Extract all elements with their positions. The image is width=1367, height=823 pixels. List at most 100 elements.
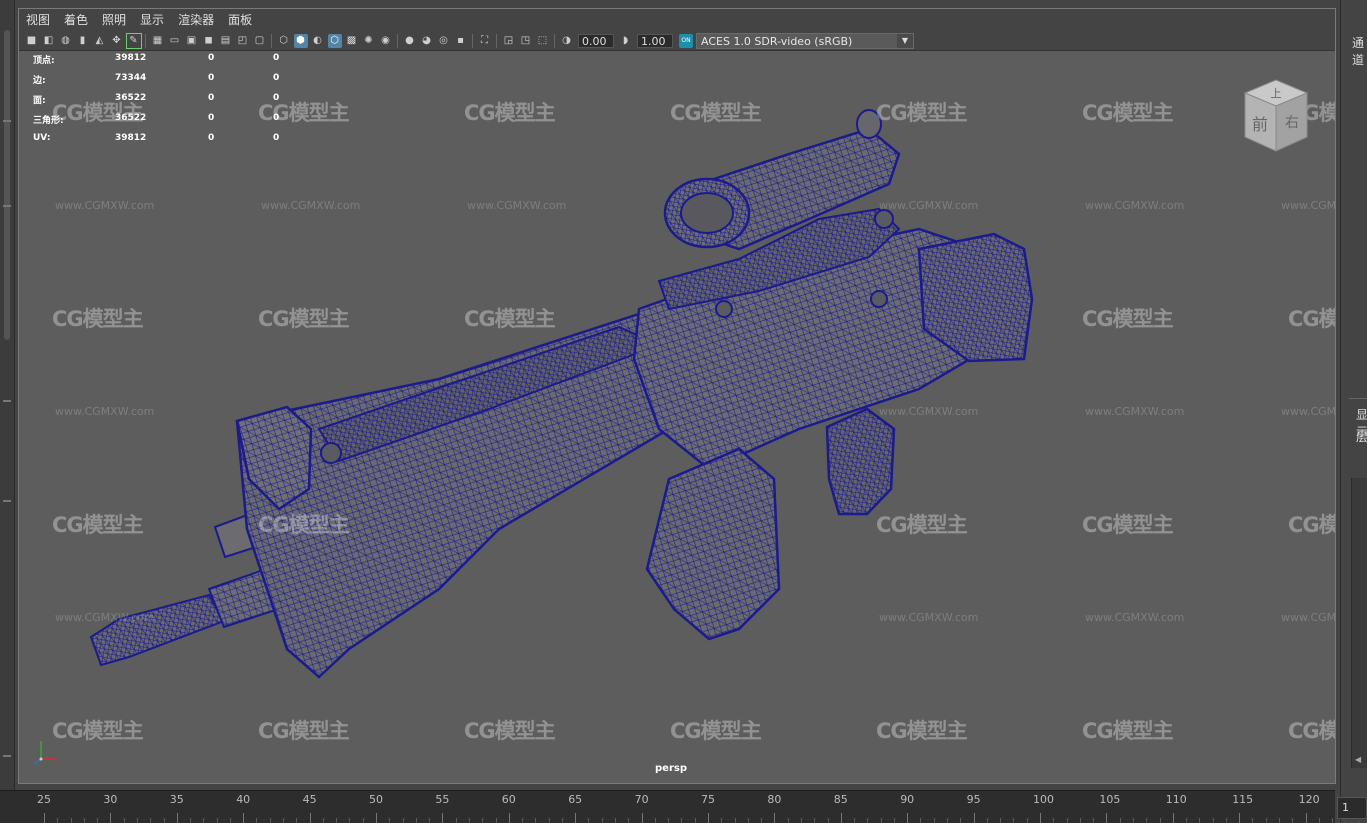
xray-active-icon[interactable]: ◳ xyxy=(519,34,533,48)
time-slider-label: 55 xyxy=(435,793,450,806)
time-slider-label: 50 xyxy=(369,793,383,806)
film-gate-icon[interactable]: ▭ xyxy=(168,34,182,48)
strip-tick xyxy=(3,120,11,122)
time-slider-tick xyxy=(535,818,537,823)
bookmark-icon[interactable]: ▮ xyxy=(76,34,90,48)
menu-lighting[interactable]: 照明 xyxy=(95,9,133,31)
time-slider-tick xyxy=(336,818,338,823)
hud-value: 39812 xyxy=(115,133,147,143)
time-slider-tick xyxy=(1013,818,1015,823)
time-slider-label: 110 xyxy=(1165,793,1187,806)
time-slider-tick xyxy=(57,818,59,823)
watermark-logo: CG模型主 xyxy=(1082,719,1174,743)
toolbar-separator xyxy=(554,33,555,48)
anti-aliasing-icon[interactable]: ◎ xyxy=(437,34,451,48)
view-transform-value: ACES 1.0 SDR-video (sRGB) xyxy=(701,34,853,48)
watermark-logo: CG模型主 xyxy=(1082,101,1174,125)
current-frame-field[interactable]: 1 xyxy=(1337,797,1367,819)
watermark-url: www.CGMXW.com xyxy=(879,611,979,624)
toolbar-separator xyxy=(145,33,146,48)
panel-toolbar: ■ ◧ ◍ ▮ ◭ ✥ ✎ ▦ ▭ ▣ ◼ ▤ ◰ ▢ ⬡ ⬢ ◐ ⬡ ▩ ✺ … xyxy=(19,31,1335,51)
channel-box-tab[interactable]: 通道 xyxy=(1352,34,1367,68)
camera-attributes-icon[interactable]: ◍ xyxy=(59,34,73,48)
time-slider-tick xyxy=(256,818,258,823)
watermark-url: www.CGMXW.com xyxy=(55,405,155,418)
channel-box-panel: 通道 显示 层 ◀ xyxy=(1340,0,1367,822)
menu-panels[interactable]: 面板 xyxy=(221,9,259,31)
menu-view[interactable]: 视图 xyxy=(19,9,57,31)
camera-lock-icon[interactable]: ◧ xyxy=(42,34,56,48)
gamma-field[interactable]: 1.00 xyxy=(637,33,673,48)
time-slider-tick xyxy=(216,818,218,823)
watermark-logo: CG模型主 xyxy=(1082,513,1174,537)
safe-title-icon[interactable]: ▢ xyxy=(253,34,267,48)
layer-scrollbar[interactable]: ◀ xyxy=(1351,478,1367,768)
toolbar-separator xyxy=(472,33,473,48)
2d-pan-zoom-icon[interactable]: ✥ xyxy=(110,34,124,48)
time-slider-tick xyxy=(615,818,617,823)
screen-space-ao-icon[interactable]: ● xyxy=(403,34,417,48)
menu-shading[interactable]: 着色 xyxy=(57,9,95,31)
depth-of-field-icon[interactable]: ▪ xyxy=(454,34,468,48)
time-slider-label: 25 xyxy=(37,793,51,806)
layer-tab[interactable]: 层 xyxy=(1356,428,1367,445)
time-slider-tick xyxy=(269,818,271,823)
smooth-shade-icon[interactable]: ⬢ xyxy=(293,33,308,48)
wireframe-on-shaded-icon[interactable]: ⬡ xyxy=(327,33,342,48)
time-slider-label: 70 xyxy=(634,793,649,806)
hud-value: 0 xyxy=(208,133,215,143)
left-scroll-strip[interactable] xyxy=(0,0,15,790)
use-all-lights-icon[interactable]: ✺ xyxy=(362,34,376,48)
time-slider-tick xyxy=(203,818,205,823)
viewport-panel[interactable]: CG模型主 CG模型主 CG模型主 CG模型主 CG模型主 CG模型主 CG模型… xyxy=(18,8,1336,784)
camera-select-icon[interactable]: ■ xyxy=(25,34,39,48)
time-slider-tick xyxy=(827,818,829,823)
viewcube-top-label[interactable]: 上 xyxy=(1271,87,1282,100)
exposure-icon[interactable]: ◑ xyxy=(560,34,574,48)
scroll-left-arrow-icon[interactable]: ◀ xyxy=(1355,755,1361,764)
axis-gizmo xyxy=(33,741,57,765)
field-chart-icon[interactable]: ▤ xyxy=(219,34,233,48)
grease-pencil-icon[interactable]: ✎ xyxy=(125,32,142,49)
safe-action-icon[interactable]: ◰ xyxy=(236,34,250,48)
shadows-icon[interactable]: ◉ xyxy=(379,34,393,48)
wireframe-icon[interactable]: ⬡ xyxy=(277,34,291,48)
default-material-icon[interactable]: ◐ xyxy=(311,34,325,48)
color-management-toggle[interactable]: ON xyxy=(679,33,693,48)
viewcube-front-label[interactable]: 前 xyxy=(1252,115,1268,134)
motion-blur-icon[interactable]: ◕ xyxy=(420,34,434,48)
watermark-logo: CG模型主 xyxy=(464,101,556,125)
xray-icon[interactable]: ▩ xyxy=(345,34,359,48)
chevron-down-icon[interactable]: ▼ xyxy=(897,33,913,48)
menu-renderer[interactable]: 渲染器 xyxy=(171,9,221,31)
exposure-field[interactable]: 0.00 xyxy=(578,33,614,48)
viewcube-right-label[interactable]: 右 xyxy=(1285,115,1299,131)
watermark-logo: CG模型主 xyxy=(670,719,762,743)
viewcube[interactable]: 上 前 右 xyxy=(1241,75,1311,155)
image-plane-icon[interactable]: ◭ xyxy=(93,34,107,48)
gate-mask-icon[interactable]: ◼ xyxy=(202,34,216,48)
view-transform-dropdown[interactable]: ACES 1.0 SDR-video (sRGB) ▼ xyxy=(696,32,914,49)
isolate-select-icon[interactable]: ⛶ xyxy=(478,34,492,48)
hud-value: 0 xyxy=(208,73,215,83)
left-scroll-thumb[interactable] xyxy=(4,30,10,340)
gamma-icon[interactable]: ◗ xyxy=(619,34,633,48)
panel-menubar: 视图 着色 照明 显示 渲染器 面板 xyxy=(19,9,1335,31)
resolution-gate-icon[interactable]: ▣ xyxy=(185,34,199,48)
time-slider-tick xyxy=(1199,818,1201,823)
xray-joints-icon[interactable]: ◲ xyxy=(502,34,516,48)
strip-tick xyxy=(3,205,11,207)
time-slider-tick xyxy=(1265,818,1267,823)
time-slider-tick xyxy=(986,818,988,823)
watermark-url: www.CGMXW.com xyxy=(879,199,979,212)
watermark-url: www.CGMXW.com xyxy=(879,405,979,418)
menu-show[interactable]: 显示 xyxy=(133,9,171,31)
time-slider-tick xyxy=(429,818,431,823)
camera-gate-icon[interactable]: ⬚ xyxy=(536,34,550,48)
time-slider-tick xyxy=(163,818,165,823)
grid-icon[interactable]: ▦ xyxy=(151,34,165,48)
time-slider[interactable]: 25 30 35 40 45 50 55 60 65 70 75 80 85 90 95 100 105 110 1… xyxy=(0,790,1360,823)
time-slider-label: 115 xyxy=(1232,793,1254,806)
time-slider-tick xyxy=(229,818,231,823)
time-slider-label: 60 xyxy=(501,793,516,806)
